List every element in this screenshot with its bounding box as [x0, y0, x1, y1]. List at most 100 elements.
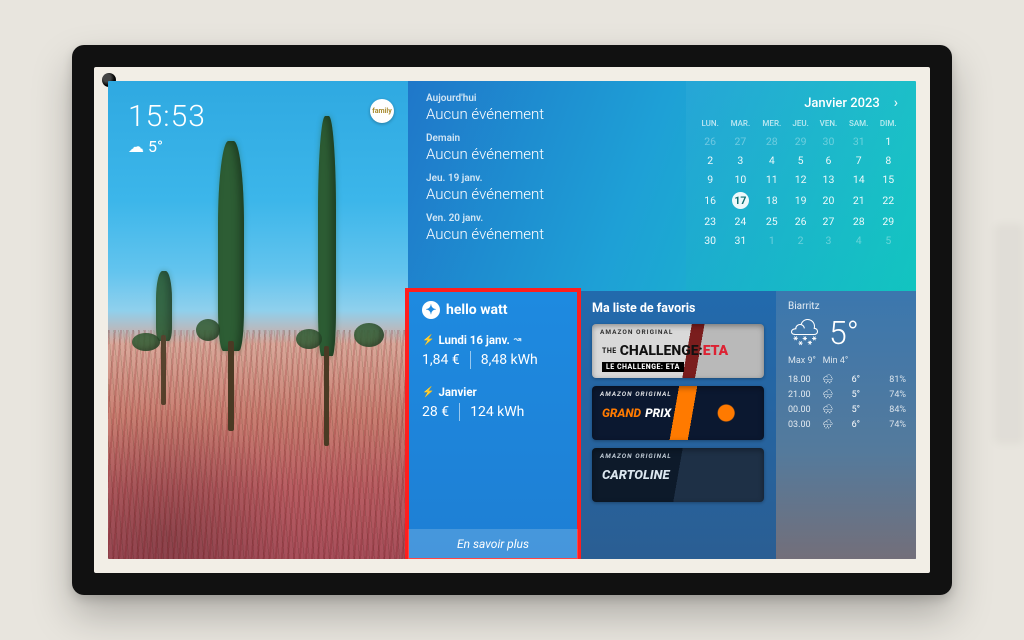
weather-hour-icon	[822, 417, 840, 432]
weather-location: Biarritz	[788, 301, 906, 312]
calendar-day[interactable]: 18	[756, 189, 787, 212]
favorite-card-title: CHALLENGE:	[620, 343, 703, 359]
weather-hour-row: 18.00 6°81%	[788, 372, 906, 387]
calendar-day[interactable]: 31	[843, 132, 875, 151]
calendar-day[interactable]: 20	[814, 189, 843, 212]
calendar-day[interactable]: 11	[756, 170, 787, 189]
divider	[470, 351, 471, 369]
weather-hour-time: 18.00	[788, 372, 822, 387]
weather-hour-temp: 6°	[840, 372, 866, 387]
weather-hour-row: 21.005°74%	[788, 387, 906, 402]
family-badge[interactable]: family	[370, 99, 394, 123]
hello-watt-day-kwh: 8,48 kWh	[481, 352, 538, 368]
bolt-icon: ⚡	[422, 335, 434, 346]
calendar-day[interactable]: 15	[875, 170, 902, 189]
calendar-weekday: MAR.	[724, 119, 756, 132]
agenda-day-text: Aucun événement	[426, 105, 670, 123]
clock: 15:53	[128, 99, 206, 134]
calendar-day[interactable]: 7	[843, 151, 875, 170]
calendar-day[interactable]: 25	[756, 212, 787, 231]
calendar-day[interactable]: 8	[875, 151, 902, 170]
weather-hour-row: 00.005°84%	[788, 402, 906, 417]
calendar-day[interactable]: 10	[724, 170, 756, 189]
calendar-day[interactable]: 26	[696, 132, 724, 151]
family-badge-label: family	[372, 108, 392, 115]
trend-icon: ↝	[514, 335, 522, 345]
weather-hour-row: 03.006°74%	[788, 417, 906, 432]
calendar-day[interactable]: 17	[724, 189, 756, 212]
cloud-icon	[128, 137, 144, 156]
favorite-card[interactable]: AMAZON ORIGINAL THE CHALLENGE: ETA LE CH…	[592, 324, 764, 378]
calendar-weekday: DIM.	[875, 119, 902, 132]
calendar-day[interactable]: 22	[875, 189, 902, 212]
calendar-day[interactable]: 31	[724, 231, 756, 250]
calendar-day[interactable]: 5	[875, 231, 902, 250]
calendar-weekday: VEN.	[814, 119, 843, 132]
calendar-day[interactable]: 27	[814, 212, 843, 231]
calendar-weekday: LUN.	[696, 119, 724, 132]
hello-watt-day-values: 1,84 € 8,48 kWh	[422, 351, 566, 369]
calendar-day[interactable]: 6	[814, 151, 843, 170]
calendar-day[interactable]: 29	[787, 132, 814, 151]
calendar-day[interactable]: 14	[843, 170, 875, 189]
weather-widget[interactable]: Biarritz 5° Max 9° Min 4° 18.006°81%21.0…	[776, 291, 916, 559]
bolt-icon: ⚡	[422, 387, 434, 398]
calendar-day[interactable]: 16	[696, 189, 724, 212]
agenda-day-label: Ven. 20 janv.	[426, 213, 670, 224]
chevron-right-icon[interactable]: ›	[890, 93, 902, 113]
calendar-day[interactable]: 24	[724, 212, 756, 231]
calendar-day[interactable]: 2	[696, 151, 724, 170]
calendar-day[interactable]: 30	[696, 231, 724, 250]
weather-hour-precip: 74%	[866, 387, 906, 402]
calendar-day[interactable]: 23	[696, 212, 724, 231]
hello-watt-month-cost: 28 €	[422, 404, 449, 420]
calendar-day[interactable]: 29	[875, 212, 902, 231]
calendar-day[interactable]: 3	[724, 151, 756, 170]
outside-temperature-value: 5°	[148, 137, 163, 156]
hello-watt-more-button[interactable]: En savoir plus	[408, 529, 578, 559]
calendar-widget[interactable]: Janvier 2023 › LUN.MAR.MER.JEU.VEN.SAM.D…	[686, 81, 916, 291]
wallpaper-pane[interactable]: 15:53 5° family	[108, 81, 408, 559]
calendar-day[interactable]: 26	[787, 212, 814, 231]
weather-hour-time: 00.00	[788, 402, 822, 417]
agenda-widget[interactable]: Aujourd'hui Aucun événement Demain Aucun…	[408, 81, 686, 291]
hello-watt-month-kwh: 124 kWh	[470, 404, 524, 420]
painting-bush	[196, 319, 220, 341]
calendar-day[interactable]: 27	[724, 132, 756, 151]
calendar-day[interactable]: 28	[843, 212, 875, 231]
amazon-original-tag: AMAZON ORIGINAL	[600, 390, 672, 398]
calendar-day[interactable]: 13	[814, 170, 843, 189]
favorites-widget[interactable]: Ma liste de favoris AMAZON ORIGINAL THE …	[578, 291, 776, 559]
calendar-day[interactable]: 9	[696, 170, 724, 189]
favorite-card[interactable]: AMAZON ORIGINAL GRAND PRIX	[592, 386, 764, 440]
agenda-day: Demain Aucun événement	[426, 133, 670, 163]
calendar-day[interactable]: 12	[787, 170, 814, 189]
painting-bush	[354, 323, 384, 347]
calendar-day[interactable]: 2	[787, 231, 814, 250]
hello-watt-widget[interactable]: ✦ hello watt ⚡ Lundi 16 janv. ↝ 1,84 € 8…	[408, 291, 578, 559]
weather-now-icon	[788, 320, 821, 346]
weather-now-temp: 5°	[829, 314, 859, 352]
calendar-day[interactable]: 1	[756, 231, 787, 250]
calendar-day[interactable]: 30	[814, 132, 843, 151]
favorite-card-title: CARTOLINE	[602, 468, 670, 483]
weather-now: 5°	[788, 314, 906, 352]
calendar-day[interactable]: 4	[756, 151, 787, 170]
hello-watt-header: ✦ hello watt	[422, 301, 566, 319]
calendar-day[interactable]: 21	[843, 189, 875, 212]
painting-tree	[318, 116, 336, 356]
weather-hour-precip: 81%	[866, 372, 906, 387]
agenda-day: Aujourd'hui Aucun événement	[426, 93, 670, 123]
echo-show-device: 15:53 5° family Aujourd'hui Aucun événem…	[72, 45, 952, 595]
calendar-day[interactable]: 4	[843, 231, 875, 250]
favorite-card[interactable]: AMAZON ORIGINAL CARTOLINE	[592, 448, 764, 502]
amazon-original-tag: AMAZON ORIGINAL	[600, 452, 672, 460]
weather-hourly: 18.00 6°81%21.005°74%00.005°84%03.006°74%	[788, 372, 906, 432]
painting-bush	[132, 333, 160, 351]
weather-hour-icon	[822, 402, 840, 417]
calendar-day[interactable]: 28	[756, 132, 787, 151]
calendar-day[interactable]: 5	[787, 151, 814, 170]
calendar-day[interactable]: 19	[787, 189, 814, 212]
calendar-day[interactable]: 3	[814, 231, 843, 250]
calendar-day[interactable]: 1	[875, 132, 902, 151]
